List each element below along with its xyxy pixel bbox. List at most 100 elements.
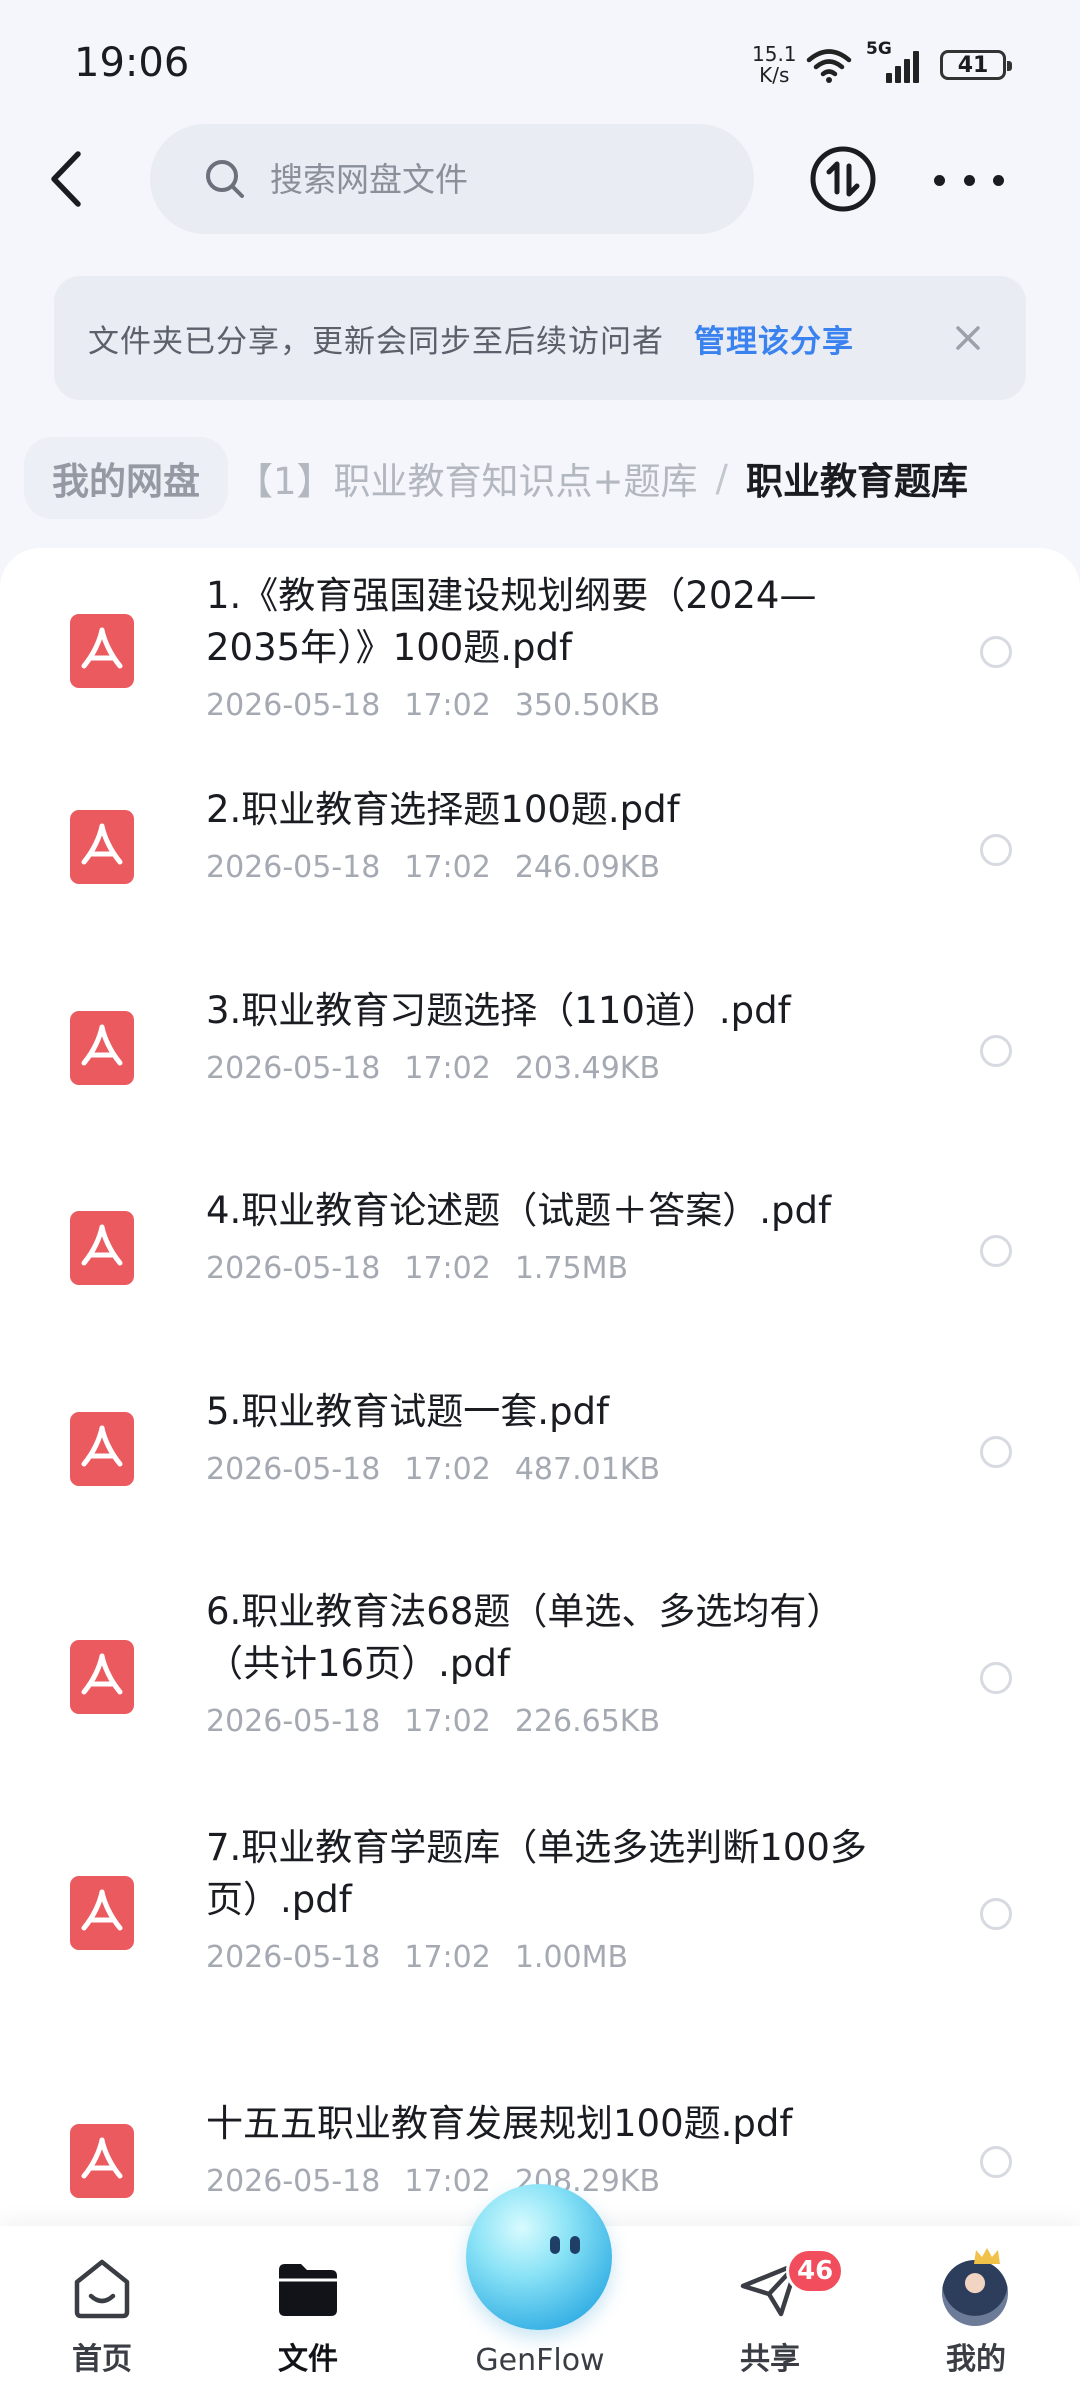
manage-share-link[interactable]: 管理该分享 <box>694 316 854 361</box>
net-speed: 15.1 K/s <box>752 44 797 86</box>
avatar[interactable] <box>942 2260 1008 2326</box>
genflow-orb-icon[interactable] <box>466 2184 612 2330</box>
select-checkbox[interactable] <box>980 636 1012 668</box>
nav-genflow-label: GenFlow <box>475 2343 605 2378</box>
pdf-file-icon <box>70 810 134 884</box>
orb-eye <box>570 2236 580 2254</box>
status-bar: 19:06 15.1 K/s 5G 41 <box>0 0 1080 130</box>
file-date: 2026-05-18 <box>206 688 381 723</box>
file-row[interactable]: 7.职业教育学题库（单选多选判断100多页）.pdf 2026-05-18 17:… <box>0 1822 1080 2042</box>
file-time: 17:02 <box>404 1704 491 1739</box>
search-icon <box>206 160 244 198</box>
pdf-file-icon <box>70 2124 134 2198</box>
breadcrumb-current: 职业教育题库 <box>746 460 969 503</box>
file-row[interactable]: 5.职业教育试题一套.pdf 2026-05-18 17:02 487.01KB <box>0 1386 1080 1546</box>
breadcrumb-separator: / <box>715 456 729 500</box>
bottom-nav: 首页 文件 GenFlow 共享 46 我的 <box>0 2184 1080 2398</box>
more-dot <box>993 174 1004 186</box>
breadcrumb-home[interactable]: 我的网盘 <box>24 437 228 519</box>
close-icon[interactable] <box>946 316 990 360</box>
file-row[interactable]: 6.职业教育法68题（单选、多选均有）（共计16页）.pdf 2026-05-1… <box>0 1586 1080 1806</box>
file-date: 2026-05-18 <box>206 1452 381 1487</box>
pdf-file-icon <box>70 1011 134 1085</box>
file-name: 1.《教育强国建设规划纲要（2024—2035年）》100题.pdf <box>206 574 817 669</box>
file-name: 3.职业教育习题选择（110道）.pdf <box>206 989 791 1032</box>
file-time: 17:02 <box>404 1251 491 1286</box>
nav-home-label: 首页 <box>72 2342 132 2377</box>
file-size: 246.09KB <box>514 850 661 885</box>
search-input[interactable] <box>268 158 722 200</box>
net-speed-value: 15.1 <box>752 42 797 66</box>
search-bar[interactable] <box>150 124 754 234</box>
nav-files-label: 文件 <box>278 2342 338 2377</box>
file-row[interactable]: 3.职业教育习题选择（110道）.pdf 2026-05-18 17:02 203.… <box>0 985 1080 1145</box>
battery-level: 41 <box>957 52 989 78</box>
file-date: 2026-05-18 <box>206 1251 381 1286</box>
file-size: 350.50KB <box>514 688 661 723</box>
pdf-file-icon <box>70 614 134 688</box>
file-name: 7.职业教育学题库（单选多选判断100多页）.pdf <box>206 1826 867 1921</box>
nav-mine-label: 我的 <box>946 2342 1006 2377</box>
pdf-file-icon <box>70 1211 134 1285</box>
file-meta: 2026-05-18 17:02 246.09KB <box>206 850 684 885</box>
file-name: 4.职业教育论述题（试题＋答案）.pdf <box>206 1189 832 1232</box>
signal-icon: 5G <box>866 39 926 85</box>
file-time: 17:02 <box>404 850 491 885</box>
nav-home[interactable]: 首页 <box>22 2226 182 2398</box>
nav-share-label: 共享 <box>740 2342 800 2377</box>
file-date: 2026-05-18 <box>206 1704 381 1739</box>
file-date: 2026-05-18 <box>206 1051 381 1086</box>
orb-eye <box>550 2236 560 2254</box>
transfer-icon <box>810 146 876 212</box>
file-date: 2026-05-18 <box>206 2164 381 2199</box>
file-meta: 2026-05-18 17:02 226.65KB <box>206 1704 684 1739</box>
more-button[interactable] <box>934 160 1004 200</box>
file-list: 1.《教育强国建设规划纲要（2024—2035年）》100题.pdf 2026-… <box>0 548 1080 2268</box>
file-size: 226.65KB <box>514 1704 661 1739</box>
select-checkbox[interactable] <box>980 2146 1012 2178</box>
file-size: 1.00MB <box>514 1940 629 1975</box>
transfer-button[interactable] <box>808 144 878 214</box>
file-time: 17:02 <box>404 1051 491 1086</box>
select-checkbox[interactable] <box>980 1662 1012 1694</box>
file-time: 17:02 <box>404 688 491 723</box>
file-row[interactable]: 1.《教育强国建设规划纲要（2024—2035年）》100题.pdf 2026-… <box>0 548 1080 748</box>
folder-icon <box>279 2264 337 2316</box>
back-button[interactable] <box>36 142 96 216</box>
file-time: 17:02 <box>404 2164 491 2199</box>
select-checkbox[interactable] <box>980 1898 1012 1930</box>
banner-text: 文件夹已分享，更新会同步至后续访问者 <box>88 323 664 360</box>
chevron-left-icon <box>51 151 81 207</box>
file-date: 2026-05-18 <box>206 1940 381 1975</box>
home-icon <box>74 2259 130 2319</box>
more-dot <box>963 174 975 186</box>
crown-icon <box>974 2248 1000 2264</box>
file-size: 487.01KB <box>514 1452 661 1487</box>
pdf-file-icon <box>70 1876 134 1950</box>
breadcrumb-parent[interactable]: 【1】职业教育知识点+题库 <box>236 451 698 505</box>
select-checkbox[interactable] <box>980 1235 1012 1267</box>
file-date: 2026-05-18 <box>206 850 381 885</box>
select-checkbox[interactable] <box>980 1436 1012 1468</box>
battery-icon: 41 <box>940 50 1012 80</box>
file-time: 17:02 <box>404 1940 491 1975</box>
net-speed-unit: K/s <box>759 63 790 87</box>
share-banner: 文件夹已分享，更新会同步至后续访问者 管理该分享 <box>54 276 1026 400</box>
wifi-icon <box>806 49 852 83</box>
file-name: 6.职业教育法68题（单选、多选均有）（共计16页）.pdf <box>206 1590 844 1685</box>
top-bar <box>0 120 1080 238</box>
pdf-file-icon <box>70 1640 134 1714</box>
file-meta: 2026-05-18 17:02 203.49KB <box>206 1051 684 1086</box>
breadcrumb: 我的网盘 【1】职业教育知识点+题库 / 职业教育题库 <box>24 437 969 519</box>
file-row[interactable]: 2.职业教育选择题100题.pdf 2026-05-18 17:02 246.09K… <box>0 784 1080 944</box>
file-row[interactable]: 4.职业教育论述题（试题＋答案）.pdf 2026-05-18 17:02 1.75… <box>0 1185 1080 1345</box>
more-dot <box>934 174 945 186</box>
file-meta: 2026-05-18 17:02 350.50KB <box>206 688 684 723</box>
file-meta: 2026-05-18 17:02 208.29KB <box>206 2164 684 2199</box>
file-meta: 2026-05-18 17:02 487.01KB <box>206 1452 684 1487</box>
select-checkbox[interactable] <box>980 1035 1012 1067</box>
select-checkbox[interactable] <box>980 834 1012 866</box>
nav-files[interactable]: 文件 <box>228 2226 388 2398</box>
status-icons: 5G 41 <box>806 38 1012 92</box>
file-name: 2.职业教育选择题100题.pdf <box>206 788 680 831</box>
